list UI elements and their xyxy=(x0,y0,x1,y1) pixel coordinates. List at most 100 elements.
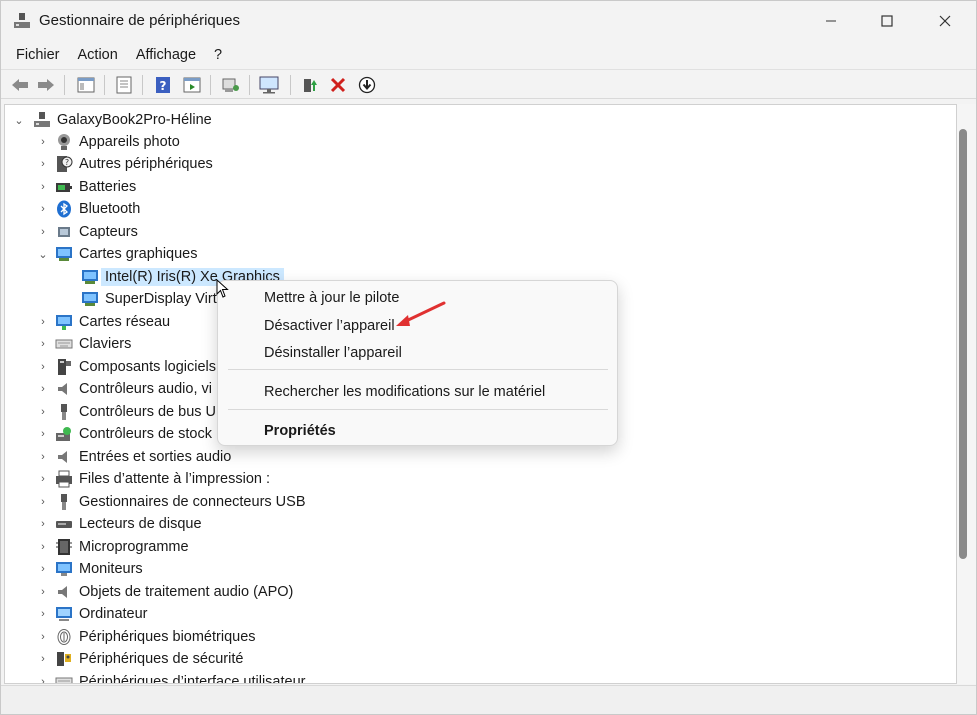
tree-node-claviers[interactable]: › Claviers xyxy=(35,333,131,355)
minimize-button[interactable] xyxy=(803,1,859,41)
back-arrow-icon xyxy=(12,79,28,91)
tree-node-files-impression[interactable]: › Files d’attente à l’impression : xyxy=(35,468,270,490)
chevron-right-icon[interactable]: › xyxy=(35,536,51,558)
tree-node-connecteurs-usb[interactable]: › Gestionnaires de connecteurs USB xyxy=(35,491,306,513)
chevron-right-icon[interactable]: › xyxy=(35,378,51,400)
tree-node-label: Bluetooth xyxy=(79,201,141,217)
tree-node-label: Microprogramme xyxy=(79,539,189,555)
vertical-scrollbar[interactable] xyxy=(957,104,976,684)
tree-node-securite[interactable]: › Périphériques de sécurité xyxy=(35,648,243,670)
computer-root-icon xyxy=(34,112,50,127)
chevron-right-icon[interactable]: › xyxy=(35,581,51,603)
tree-node-label: Moniteurs xyxy=(79,561,143,577)
scan-hardware-icon xyxy=(222,78,239,92)
tree-node-appareils-photo[interactable]: › Appareils photo xyxy=(35,131,180,153)
tree-root[interactable]: ⌄ GalaxyBook2Pro-Héline xyxy=(11,109,212,131)
tree-node-objets-apo[interactable]: › Objets de traitement audio (APO) xyxy=(35,581,293,603)
tree-node-capteurs[interactable]: › Capteurs xyxy=(35,221,138,243)
chevron-right-icon[interactable]: › xyxy=(35,176,51,198)
tree-node-cartes-reseau[interactable]: › Cartes réseau xyxy=(35,311,170,333)
chevron-right-icon[interactable]: › xyxy=(35,311,51,333)
action-pane-button[interactable] xyxy=(181,74,203,96)
speaker-icon xyxy=(58,451,67,463)
chevron-down-icon[interactable]: ⌄ xyxy=(11,109,27,131)
tree-node-batteries[interactable]: › Batteries xyxy=(35,176,136,198)
toolbar-separator xyxy=(249,75,250,95)
tree-node-autres-peripheriques[interactable]: › ? Autres périphériques xyxy=(35,153,213,175)
back-button[interactable] xyxy=(9,74,31,96)
chevron-right-icon[interactable]: › xyxy=(35,221,51,243)
update-driver-icon xyxy=(304,79,317,92)
chevron-right-icon[interactable]: › xyxy=(35,153,51,175)
tree-node-biometriques[interactable]: › Périphériques biométriques xyxy=(35,626,256,648)
tree-node-label: Batteries xyxy=(79,179,137,195)
status-bar xyxy=(1,685,976,714)
security-icon xyxy=(57,652,71,666)
properties-button[interactable] xyxy=(113,74,135,96)
menu-separator xyxy=(228,409,608,410)
tree-node-controleurs-bus[interactable]: › Contrôleurs de bus U xyxy=(35,401,216,423)
tree-node-entrees-sorties-audio[interactable]: › Entrées et sorties audio xyxy=(35,446,231,468)
tree-node-label: Contrôleurs de bus U xyxy=(79,404,217,420)
tree-node-lecteurs-disque[interactable]: › Lecteurs de disque xyxy=(35,513,201,535)
scan-hardware-button[interactable] xyxy=(220,74,242,96)
chevron-right-icon[interactable]: › xyxy=(35,513,51,535)
chevron-right-icon[interactable]: › xyxy=(35,648,51,670)
maximize-button[interactable] xyxy=(859,1,915,41)
tree-node-controleurs-audio[interactable]: › Contrôleurs audio, vi xyxy=(35,378,212,400)
tree-node-label: Gestionnaires de connecteurs USB xyxy=(79,494,306,510)
chevron-right-icon[interactable]: › xyxy=(35,333,51,355)
chevron-right-icon[interactable]: › xyxy=(35,356,51,378)
tree-node-controleurs-stockage[interactable]: › Contrôleurs de stock xyxy=(35,423,212,445)
scrollbar-thumb[interactable] xyxy=(959,129,967,559)
menu-bar: Fichier Action Affichage ? xyxy=(1,41,976,69)
toolbar-separator xyxy=(142,75,143,95)
menu-affichage[interactable]: Affichage xyxy=(127,43,205,67)
firmware-icon xyxy=(56,539,72,555)
close-button[interactable] xyxy=(917,1,973,41)
chevron-right-icon[interactable]: › xyxy=(35,401,51,423)
chevron-right-icon[interactable]: › xyxy=(35,446,51,468)
chevron-right-icon[interactable]: › xyxy=(35,131,51,153)
menu-properties[interactable]: Propriétés xyxy=(264,423,336,439)
menu-uninstall-device[interactable]: Désinstaller l’appareil xyxy=(264,345,402,361)
tree-node-label: Capteurs xyxy=(79,224,138,240)
menu-update-driver[interactable]: Mettre à jour le pilote xyxy=(264,290,399,306)
tree-node-composants-logiciels[interactable]: › Composants logiciels xyxy=(35,356,216,378)
tree-node-bluetooth[interactable]: › Bluetooth xyxy=(35,198,140,220)
software-component-icon xyxy=(58,359,71,375)
chevron-right-icon[interactable]: › xyxy=(35,603,51,625)
computer-icon xyxy=(56,607,72,621)
uninstall-button[interactable] xyxy=(327,74,349,96)
chevron-right-icon[interactable]: › xyxy=(35,491,51,513)
menu-fichier[interactable]: Fichier xyxy=(7,43,69,67)
disk-drive-icon xyxy=(56,521,72,528)
tree-node-microprogramme[interactable]: › Microprogramme xyxy=(35,536,189,558)
menu-help[interactable]: ? xyxy=(205,43,231,67)
menu-scan-hardware[interactable]: Rechercher les modifications sur le maté… xyxy=(264,384,545,400)
monitor-network-button[interactable] xyxy=(258,74,280,96)
menu-action[interactable]: Action xyxy=(69,43,127,67)
tree-node-cartes-graphiques[interactable]: ⌄ Cartes graphiques xyxy=(35,243,197,265)
tree-node-label: Appareils photo xyxy=(79,134,180,150)
forward-button[interactable] xyxy=(35,74,57,96)
tree-node-ordinateur[interactable]: › Ordinateur xyxy=(35,603,147,625)
chevron-right-icon[interactable]: › xyxy=(35,558,51,580)
chevron-right-icon[interactable]: › xyxy=(35,198,51,220)
chevron-down-icon[interactable]: ⌄ xyxy=(35,243,51,265)
chevron-right-icon[interactable]: › xyxy=(35,671,51,683)
svg-text:?: ? xyxy=(65,158,69,167)
chevron-right-icon[interactable]: › xyxy=(35,468,51,490)
chevron-right-icon[interactable]: › xyxy=(35,423,51,445)
tree-node-moniteurs[interactable]: › Moniteurs xyxy=(35,558,143,580)
tree-node-interface-utilisateur[interactable]: › Périphériques d’interface utilisateur xyxy=(35,671,306,683)
update-driver-button[interactable] xyxy=(299,74,321,96)
chevron-right-icon[interactable]: › xyxy=(35,626,51,648)
console-tree-button[interactable] xyxy=(75,74,97,96)
disable-button[interactable] xyxy=(356,74,378,96)
tree-root-label: GalaxyBook2Pro-Héline xyxy=(57,112,212,128)
help-button[interactable]: ? xyxy=(152,74,174,96)
tree-node-label: Cartes réseau xyxy=(79,314,171,330)
menu-disable-device[interactable]: Désactiver l’appareil xyxy=(264,318,395,334)
tree-node-superdisplay[interactable]: SuperDisplay Virt xyxy=(77,288,217,310)
